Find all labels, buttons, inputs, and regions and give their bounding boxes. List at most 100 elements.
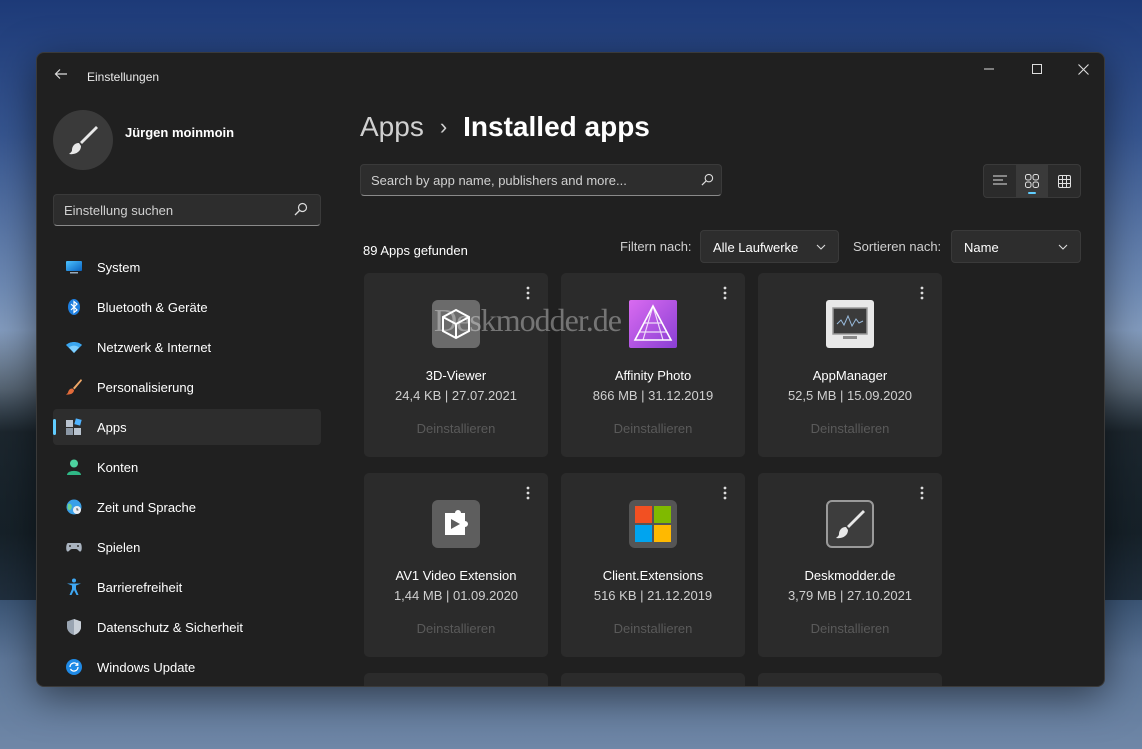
app-name: AV1 Video Extension bbox=[395, 568, 517, 583]
sidebar-item-accessibility[interactable]: Barrierefreiheit bbox=[53, 569, 321, 605]
sidebar-item-label: Personalisierung bbox=[97, 380, 194, 395]
uninstall-button[interactable]: Deinstallieren bbox=[364, 421, 548, 436]
sidebar-item-time-language[interactable]: Zeit und Sprache bbox=[53, 489, 321, 525]
more-options-icon[interactable] bbox=[916, 485, 928, 501]
sidebar-item-system[interactable]: System bbox=[53, 249, 321, 285]
result-count: 89 Apps gefunden bbox=[363, 243, 468, 258]
title-bar: Einstellungen bbox=[37, 53, 1104, 101]
list-view-button[interactable] bbox=[984, 165, 1016, 197]
app-card-partial[interactable] bbox=[364, 673, 548, 686]
gamepad-icon bbox=[65, 538, 83, 556]
sidebar-item-gaming[interactable]: Spielen bbox=[53, 529, 321, 565]
app-title: Einstellungen bbox=[87, 70, 160, 84]
chevron-down-icon bbox=[1058, 244, 1068, 250]
sidebar-item-label: Apps bbox=[97, 420, 127, 435]
more-options-icon[interactable] bbox=[522, 485, 534, 501]
arrow-left-icon bbox=[54, 69, 67, 79]
sidebar-item-label: Spielen bbox=[97, 540, 141, 555]
sidebar-item-label: System bbox=[97, 260, 141, 275]
microsoft-logo-icon bbox=[629, 500, 677, 548]
filter-label: Filtern nach: bbox=[620, 239, 692, 254]
grid-view-button[interactable] bbox=[1016, 165, 1048, 197]
brush-icon bbox=[69, 126, 98, 155]
search-icon[interactable] bbox=[701, 173, 715, 187]
settings-search[interactable] bbox=[53, 194, 321, 226]
filter-value: Alle Laufwerke bbox=[713, 240, 799, 255]
more-options-icon[interactable] bbox=[916, 285, 928, 301]
sidebar-item-accounts[interactable]: Konten bbox=[53, 449, 321, 485]
maximize-icon bbox=[1032, 64, 1042, 74]
shield-icon bbox=[65, 618, 83, 636]
app-meta: 24,4 KB | 27.07.2021 bbox=[395, 388, 517, 403]
app-meta: 1,44 MB | 01.09.2020 bbox=[393, 588, 519, 603]
grid-view-icon bbox=[1025, 174, 1039, 188]
sidebar-item-bluetooth[interactable]: Bluetooth & Geräte bbox=[53, 289, 321, 325]
more-options-icon[interactable] bbox=[522, 285, 534, 301]
back-button[interactable] bbox=[51, 67, 71, 87]
app-name: Deskmodder.de bbox=[804, 568, 896, 583]
app-meta: 866 MB | 31.12.2019 bbox=[592, 388, 714, 403]
avatar[interactable] bbox=[53, 110, 113, 170]
sidebar-item-personalization[interactable]: Personalisierung bbox=[53, 369, 321, 405]
more-options-icon[interactable] bbox=[719, 485, 731, 501]
update-icon bbox=[65, 658, 83, 676]
filter-dropdown[interactable]: Alle Laufwerke bbox=[700, 230, 839, 263]
app-card-deskmodder[interactable]: Deskmodder.de 3,79 MB | 27.10.2021 Deins… bbox=[758, 473, 942, 657]
app-search-input[interactable] bbox=[361, 165, 691, 195]
minimize-button[interactable] bbox=[966, 53, 1012, 85]
sidebar-item-apps[interactable]: Apps bbox=[53, 409, 321, 445]
app-name: Affinity Photo bbox=[614, 368, 692, 383]
breadcrumb-parent[interactable]: Apps bbox=[360, 111, 424, 143]
app-card-affinity-photo[interactable]: Affinity Photo 866 MB | 31.12.2019 Deins… bbox=[561, 273, 745, 457]
uninstall-button[interactable]: Deinstallieren bbox=[758, 421, 942, 436]
sort-label: Sortieren nach: bbox=[853, 239, 942, 254]
sidebar-item-windows-update[interactable]: Windows Update bbox=[53, 649, 321, 685]
app-name: Client.Extensions bbox=[602, 568, 704, 583]
app-card-appmanager[interactable]: AppManager 52,5 MB | 15.09.2020 Deinstal… bbox=[758, 273, 942, 457]
app-search[interactable] bbox=[360, 164, 722, 196]
bluetooth-icon bbox=[65, 298, 83, 316]
app-name: 3D-Viewer bbox=[425, 368, 487, 383]
app-card-av1-video-extension[interactable]: AV1 Video Extension 1,44 MB | 01.09.2020… bbox=[364, 473, 548, 657]
app-meta: 52,5 MB | 15.09.2020 bbox=[787, 388, 913, 403]
profile-name: Jürgen moinmoin bbox=[125, 125, 235, 140]
sidebar-item-label: Bluetooth & Geräte bbox=[97, 300, 208, 315]
sidebar-item-label: Barrierefreiheit bbox=[97, 580, 183, 595]
search-icon[interactable] bbox=[294, 202, 310, 218]
maximize-button[interactable] bbox=[1014, 53, 1060, 85]
more-options-icon[interactable] bbox=[719, 285, 731, 301]
apps-icon bbox=[65, 418, 83, 436]
affinity-photo-icon bbox=[629, 300, 677, 348]
app-meta: 516 KB | 21.12.2019 bbox=[593, 588, 713, 603]
accessibility-icon bbox=[65, 578, 83, 596]
app-meta: 3,79 MB | 27.10.2021 bbox=[787, 588, 913, 603]
list-view-icon bbox=[993, 175, 1007, 185]
account-icon bbox=[65, 458, 83, 476]
uninstall-button[interactable]: Deinstallieren bbox=[758, 621, 942, 636]
app-card-3d-viewer[interactable]: 3D-Viewer 24,4 KB | 27.07.2021 Deinstall… bbox=[364, 273, 548, 457]
settings-window: Einstellungen Jürgen moinmoin System bbox=[36, 52, 1105, 687]
sidebar-item-label: Datenschutz & Sicherheit bbox=[97, 620, 243, 635]
sort-dropdown[interactable]: Name bbox=[951, 230, 1081, 263]
system-icon bbox=[65, 258, 83, 276]
sidebar-item-label: Netzwerk & Internet bbox=[97, 340, 212, 355]
close-button[interactable] bbox=[1060, 53, 1104, 85]
sort-value: Name bbox=[964, 240, 999, 255]
app-card-client-extensions[interactable]: Client.Extensions 516 KB | 21.12.2019 De… bbox=[561, 473, 745, 657]
sidebar-item-network[interactable]: Netzwerk & Internet bbox=[53, 329, 321, 365]
video-extension-icon bbox=[432, 500, 480, 548]
settings-search-input[interactable] bbox=[54, 195, 284, 225]
sidebar-item-privacy[interactable]: Datenschutz & Sicherheit bbox=[53, 609, 321, 645]
view-mode-toggle bbox=[983, 164, 1081, 198]
watermark: Deskmodder.de bbox=[434, 302, 622, 338]
uninstall-button[interactable]: Deinstallieren bbox=[561, 621, 745, 636]
breadcrumb: Apps › Installed apps bbox=[360, 111, 650, 143]
app-name: AppManager bbox=[812, 368, 888, 383]
brush-icon bbox=[826, 500, 874, 548]
uninstall-button[interactable]: Deinstallieren bbox=[364, 621, 548, 636]
sidebar-item-label: Konten bbox=[97, 460, 139, 475]
tile-view-button[interactable] bbox=[1048, 165, 1080, 197]
app-card-partial[interactable] bbox=[758, 673, 942, 686]
app-card-partial[interactable] bbox=[561, 673, 745, 686]
uninstall-button[interactable]: Deinstallieren bbox=[561, 421, 745, 436]
